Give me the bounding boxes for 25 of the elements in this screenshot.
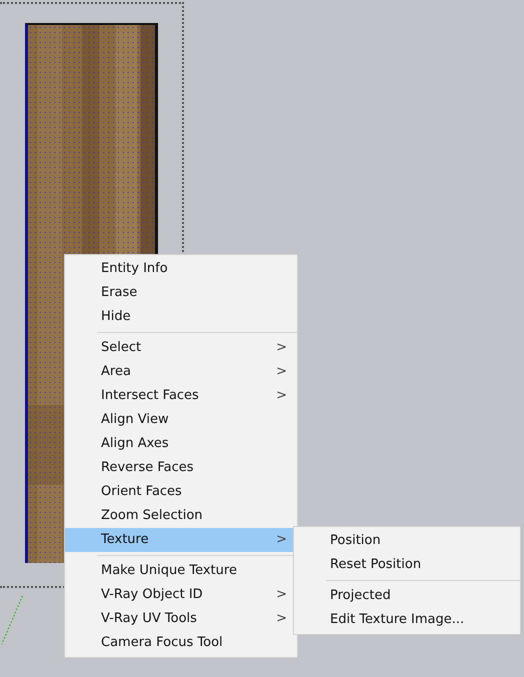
menu-item[interactable]: Orient Faces [65,480,297,504]
menu-item[interactable]: Hide [65,305,297,329]
menu-item[interactable]: Make Unique Texture [65,559,297,583]
menu-item[interactable]: Projected [294,584,520,608]
menu-item[interactable]: V-Ray Object ID > [65,583,297,607]
menu-item[interactable]: Select > [65,336,297,360]
menu-item[interactable]: Reset Position [294,553,520,577]
menu-item[interactable]: Reverse Faces [65,456,297,480]
menu-item[interactable]: Intersect Faces > [65,384,297,408]
submenu-arrow-icon: > [276,607,287,631]
menu-item[interactable]: Entity Info [65,257,297,281]
menu-item[interactable]: Area > [65,360,297,384]
menu-item[interactable]: Edit Texture Image... [294,608,520,632]
submenu-arrow-icon: > [276,528,287,552]
submenu-arrow-icon: > [276,583,287,607]
menu-item[interactable]: V-Ray UV Tools > [65,607,297,631]
menu-item[interactable]: Align View [65,408,297,432]
menu-item[interactable]: Position [294,529,520,553]
menu-item[interactable]: Align Axes [65,432,297,456]
submenu-arrow-icon: > [276,360,287,384]
menu-item[interactable]: Camera Focus Tool [65,631,297,655]
submenu-arrow-icon: > [276,384,287,408]
menu-item[interactable]: Erase [65,281,297,305]
submenu-arrow-icon: > [276,336,287,360]
menu-item[interactable]: Zoom Selection [65,504,297,528]
